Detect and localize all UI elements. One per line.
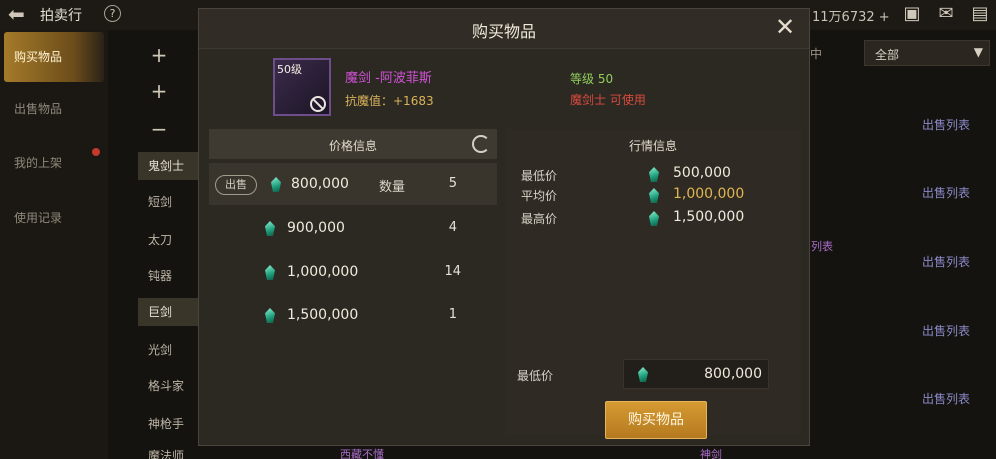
nav-my-listings[interactable]: 我的上架 (4, 138, 104, 188)
quantity-value: 1 (448, 307, 457, 322)
page-title: 拍卖行 (40, 8, 82, 24)
background-text: 西藏不懂 (340, 448, 384, 459)
gem-icon (638, 367, 648, 382)
nav-buy-items[interactable]: 购买物品 (4, 32, 104, 82)
category-item[interactable]: 太刀 (138, 226, 198, 254)
left-nav: 购买物品 出售物品 我的上架 使用记录 (0, 30, 108, 459)
help-icon[interactable]: ? (104, 5, 121, 22)
collapse-icon[interactable]: − (144, 116, 174, 142)
bag-icon[interactable]: ▣ (900, 3, 924, 25)
category-item[interactable]: 鬼剑士 (138, 152, 198, 180)
refresh-icon[interactable] (472, 135, 490, 153)
market-info-title: 行情信息 (628, 139, 677, 153)
buy-button[interactable]: 购买物品 (605, 401, 707, 439)
gem-icon (265, 308, 275, 323)
gem-icon (265, 221, 275, 236)
category-item[interactable]: 魔法师 (138, 442, 198, 459)
highest-price-value: 1,500,000 (673, 209, 745, 225)
buy-item-dialog: 购买物品 ✕ 50级 魔剑 -阿波菲斯 抗魔值：+1683 等级 50 魔剑士 … (198, 8, 810, 446)
price-info-panel: 价格信息 出售 800,000 数量 5 900,000 4 1,000,000… (209, 129, 497, 435)
mail-icon[interactable]: ✉ (934, 3, 958, 25)
sell-list-link[interactable]: 出售列表 (922, 116, 970, 133)
filter-select[interactable]: 全部 ▼ (864, 40, 990, 66)
item-resist: 抗魔值：+1683 (345, 94, 434, 108)
sell-list-link[interactable]: 出售列表 (922, 390, 970, 407)
category-item[interactable]: 光剑 (138, 336, 198, 364)
gem-icon (649, 188, 659, 203)
price-row[interactable]: 出售 800,000 数量 5 (209, 163, 497, 205)
market-info-panel: 行情信息 最低价 500,000 平均价 1,000,000 最高价 1,500… (505, 129, 801, 439)
price-info-header: 价格信息 (209, 129, 497, 159)
category-item[interactable]: 神枪手 (138, 410, 198, 438)
highest-price-label: 最高价 (521, 212, 558, 226)
expand-icon[interactable]: + (144, 42, 174, 68)
notification-dot (92, 148, 100, 156)
min-price-label: 最低价 (517, 369, 554, 383)
lowest-price-label: 最低价 (521, 169, 558, 183)
filter-prefix: 中 (810, 47, 823, 61)
background-text: 神剑 (700, 448, 722, 459)
dropdown-arrow-icon: ▼ (973, 45, 983, 59)
category-column: + + − 鬼剑士 短剑 太刀 钝器 巨剑 光剑 格斗家 神枪手 魔法师 (138, 30, 198, 459)
forbidden-icon (310, 96, 326, 112)
nav-sell-items[interactable]: 出售物品 (4, 84, 104, 134)
item-level: 等级 50 (570, 72, 614, 86)
quantity-value: 4 (448, 220, 457, 235)
chat-icon[interactable]: ▤ (968, 3, 992, 25)
item-thumbnail[interactable]: 50级 (273, 58, 331, 116)
back-arrow-icon[interactable]: ⬅ (8, 4, 30, 24)
min-price-field[interactable]: 800,000 (623, 359, 769, 389)
item-level-badge: 50级 (277, 63, 302, 76)
gem-icon (649, 211, 659, 226)
price-value: 900,000 (287, 220, 345, 236)
category-item[interactable]: 短剑 (138, 188, 198, 216)
quantity-label: 数量 (379, 180, 406, 195)
category-item[interactable]: 钝器 (138, 262, 198, 290)
gem-icon (265, 265, 275, 280)
expand-icon[interactable]: + (144, 78, 174, 104)
min-price-value: 800,000 (704, 366, 762, 382)
quantity-value: 5 (448, 176, 457, 191)
gem-icon (649, 167, 659, 182)
lowest-price-value: 500,000 (673, 165, 731, 181)
close-icon[interactable]: ✕ (772, 15, 798, 41)
top-icons: ▣ ✉ ▤ (900, 3, 992, 25)
price-info-title: 价格信息 (328, 139, 377, 153)
price-value: 800,000 (291, 176, 349, 192)
price-row[interactable]: 900,000 4 (209, 207, 497, 249)
quantity-value: 14 (444, 264, 461, 279)
background-text: 列表 (811, 240, 833, 253)
filter-label: 全部 (875, 48, 900, 62)
price-row[interactable]: 1,000,000 14 (209, 251, 497, 293)
price-value: 1,500,000 (287, 307, 359, 323)
average-price-value: 1,000,000 (673, 186, 745, 202)
average-price-label: 平均价 (521, 189, 558, 203)
dialog-title: 购买物品 (471, 22, 536, 41)
sell-list-link[interactable]: 出售列表 (922, 253, 970, 270)
gem-icon (271, 177, 281, 192)
category-item[interactable]: 格斗家 (138, 372, 198, 400)
item-name: 魔剑 -阿波菲斯 (345, 71, 432, 86)
sell-list-link[interactable]: 出售列表 (922, 322, 970, 339)
currency-amount: 11万6732 + (812, 10, 890, 25)
sell-tag: 出售 (215, 175, 257, 195)
sell-list-link[interactable]: 出售列表 (922, 184, 970, 201)
price-row[interactable]: 1,500,000 1 (209, 294, 497, 336)
nav-usage-records[interactable]: 使用记录 (4, 193, 104, 243)
price-value: 1,000,000 (287, 264, 359, 280)
item-usable-class: 魔剑士 可使用 (570, 93, 646, 107)
dialog-header: 购买物品 ✕ (199, 9, 809, 49)
category-item[interactable]: 巨剑 (138, 298, 198, 326)
